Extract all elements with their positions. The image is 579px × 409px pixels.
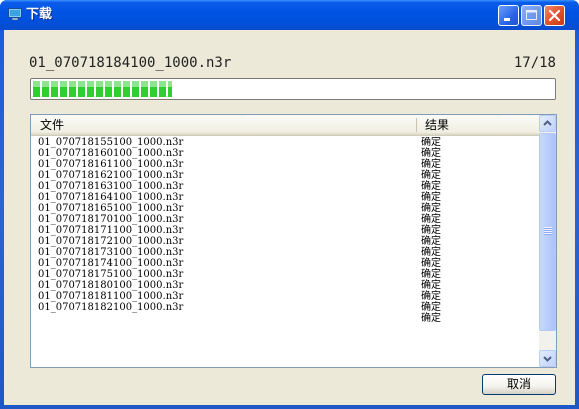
row-result: 确定 bbox=[421, 280, 441, 291]
chevron-up-icon bbox=[543, 120, 552, 126]
file-list[interactable]: 文件 结果 01_070718155100_1000.n3r 确定 01_07071… bbox=[30, 114, 557, 368]
list-row[interactable]: 确定 bbox=[31, 313, 539, 324]
scrollbar-grip bbox=[544, 227, 552, 235]
file-counter: 17/18 bbox=[513, 55, 556, 71]
row-result: 确定 bbox=[421, 203, 441, 214]
cancel-button[interactable]: 取消 bbox=[482, 374, 556, 395]
row-result: 确定 bbox=[421, 170, 441, 181]
maximize-icon bbox=[526, 10, 537, 20]
list-row[interactable]: 01_070718175100_1000.n3r 确定 bbox=[31, 269, 539, 280]
row-file-name: 01_070718161100_1000.n3r bbox=[38, 159, 184, 170]
row-file-name: 01_070718175100_1000.n3r bbox=[38, 269, 184, 280]
list-row[interactable]: 01_070718162100_1000.n3r 确定 bbox=[31, 170, 539, 181]
row-result: 确定 bbox=[421, 225, 441, 236]
list-row[interactable]: 01_070718161100_1000.n3r 确定 bbox=[31, 159, 539, 170]
row-file-name: 01_070718155100_1000.n3r bbox=[38, 137, 184, 148]
row-file-name: 01_070718173100_1000.n3r bbox=[38, 247, 184, 258]
list-row[interactable]: 01_070718180100_1000.n3r 确定 bbox=[31, 280, 539, 291]
maximize-button[interactable] bbox=[521, 5, 542, 26]
row-file-name: 01_070718172100_1000.n3r bbox=[38, 236, 184, 247]
column-header-result[interactable]: 结果 bbox=[425, 115, 449, 134]
current-file-label: 01_070718184100_1000.n3r bbox=[29, 55, 232, 71]
list-row[interactable]: 01_070718174100_1000.n3r 确定 bbox=[31, 258, 539, 269]
row-file-name: 01_070718174100_1000.n3r bbox=[38, 258, 184, 269]
list-row[interactable]: 01_070718170100_1000.n3r 确定 bbox=[31, 214, 539, 225]
row-file-name: 01_070718182100_1000.n3r bbox=[38, 302, 184, 313]
row-file-name: 01_070718180100_1000.n3r bbox=[38, 280, 184, 291]
minimize-button[interactable] bbox=[498, 5, 519, 26]
row-result: 确定 bbox=[421, 214, 441, 225]
list-row[interactable]: 01_070718155100_1000.n3r 确定 bbox=[31, 137, 539, 148]
list-row[interactable]: 01_070718181100_1000.n3r 确定 bbox=[31, 291, 539, 302]
list-row[interactable]: 01_070718165100_1000.n3r 确定 bbox=[31, 203, 539, 214]
download-window: 下载 01_070718184100_1000.n3r 17/18 文件 结果 bbox=[0, 0, 579, 409]
list-rows: 01_070718155100_1000.n3r 确定 01_07071816010… bbox=[31, 137, 539, 367]
row-file-name: 01_070718181100_1000.n3r bbox=[38, 291, 184, 302]
title-bar[interactable]: 下载 bbox=[0, 0, 579, 30]
column-divider[interactable] bbox=[416, 118, 417, 132]
row-file-name: 01_070718170100_1000.n3r bbox=[38, 214, 184, 225]
row-result: 确定 bbox=[421, 247, 441, 258]
row-result: 确定 bbox=[421, 236, 441, 247]
row-result: 确定 bbox=[421, 302, 441, 313]
list-row[interactable]: 01_070718171100_1000.n3r 确定 bbox=[31, 225, 539, 236]
row-file-name: 01_070718165100_1000.n3r bbox=[38, 203, 184, 214]
app-icon bbox=[8, 8, 22, 21]
scrollbar-thumb[interactable] bbox=[539, 133, 556, 331]
row-file-name: 01_070718163100_1000.n3r bbox=[38, 181, 184, 192]
row-result: 确定 bbox=[421, 313, 441, 324]
row-result: 确定 bbox=[421, 258, 441, 269]
row-file-name: 01_070718160100_1000.n3r bbox=[38, 148, 184, 159]
progress-fill bbox=[33, 81, 172, 97]
row-result: 确定 bbox=[421, 181, 441, 192]
list-header: 文件 结果 bbox=[31, 115, 539, 136]
row-result: 确定 bbox=[421, 137, 441, 148]
list-row[interactable]: 01_070718164100_1000.n3r 确定 bbox=[31, 192, 539, 203]
list-row[interactable]: 01_070718160100_1000.n3r 确定 bbox=[31, 148, 539, 159]
close-button[interactable] bbox=[544, 5, 565, 26]
row-result: 确定 bbox=[421, 159, 441, 170]
list-row[interactable]: 01_070718182100_1000.n3r 确定 bbox=[31, 302, 539, 313]
download-progress-bar bbox=[30, 78, 556, 100]
scroll-down-button[interactable] bbox=[539, 350, 556, 367]
column-header-file[interactable]: 文件 bbox=[40, 115, 64, 134]
row-file-name: 01_070718171100_1000.n3r bbox=[38, 225, 184, 236]
window-title: 下载 bbox=[26, 7, 53, 22]
row-result: 确定 bbox=[421, 269, 441, 280]
list-row[interactable]: 01_070718172100_1000.n3r 确定 bbox=[31, 236, 539, 247]
chevron-down-icon bbox=[543, 356, 552, 362]
scroll-up-button[interactable] bbox=[539, 115, 556, 132]
row-file-name: 01_070718164100_1000.n3r bbox=[38, 192, 184, 203]
close-icon bbox=[548, 9, 561, 22]
list-row[interactable]: 01_070718163100_1000.n3r 确定 bbox=[31, 181, 539, 192]
row-result: 确定 bbox=[421, 148, 441, 159]
list-row[interactable]: 01_070718173100_1000.n3r 确定 bbox=[31, 247, 539, 258]
vertical-scrollbar[interactable] bbox=[539, 115, 556, 367]
row-file-name: 01_070718162100_1000.n3r bbox=[38, 170, 184, 181]
minimize-icon bbox=[504, 18, 510, 21]
row-result: 确定 bbox=[421, 192, 441, 203]
row-result: 确定 bbox=[421, 291, 441, 302]
